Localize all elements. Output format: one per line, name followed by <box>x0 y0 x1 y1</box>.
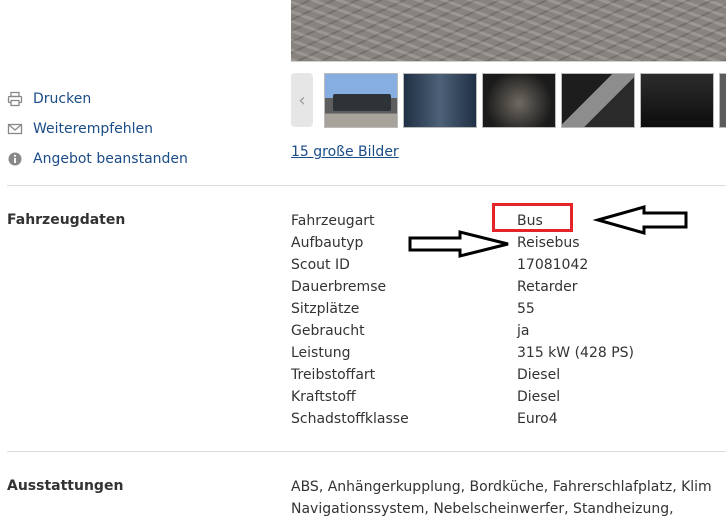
annotation-arrow-left <box>592 205 688 235</box>
annotation-overlay <box>408 205 688 258</box>
annotation-arrow-right <box>408 230 509 258</box>
